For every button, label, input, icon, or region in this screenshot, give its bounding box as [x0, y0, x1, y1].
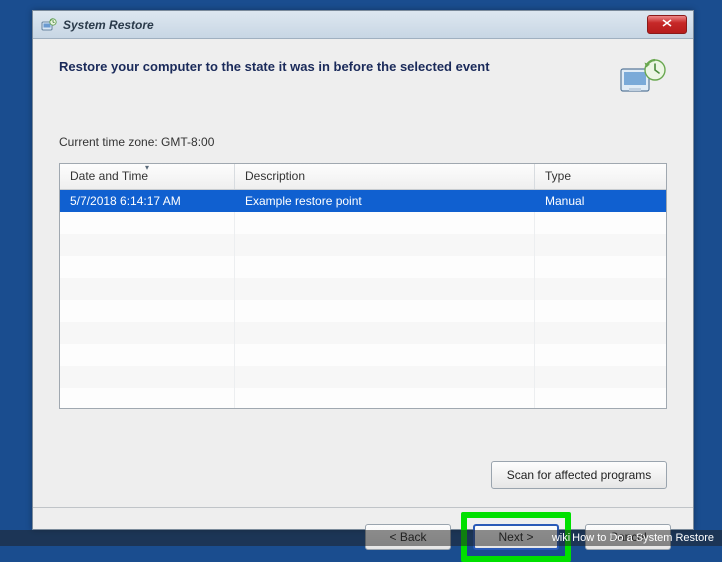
- page-heading: Restore your computer to the state it wa…: [59, 57, 490, 74]
- image-caption: wiki How to Do a System Restore: [0, 530, 722, 546]
- table-header: Date and Time ▾ Description Type: [60, 164, 666, 190]
- restore-clock-icon: [619, 57, 667, 95]
- system-restore-window: System Restore Restore your computer to …: [32, 10, 694, 530]
- table-row[interactable]: 5/7/2018 6:14:17 AM Example restore poin…: [60, 190, 666, 212]
- column-header-description[interactable]: Description: [235, 164, 535, 189]
- window-title: System Restore: [63, 18, 154, 32]
- system-restore-icon: [41, 17, 57, 33]
- caption-text: How to Do a System Restore: [572, 532, 714, 544]
- titlebar: System Restore: [33, 11, 693, 39]
- close-icon: [662, 19, 672, 30]
- content-area: Restore your computer to the state it wa…: [33, 39, 693, 529]
- cell-description: Example restore point: [235, 194, 535, 208]
- footer-separator: [33, 507, 693, 508]
- sort-indicator-icon: ▾: [145, 163, 149, 172]
- column-label: Date and Time: [70, 169, 148, 183]
- table-empty-area: [60, 212, 666, 408]
- cell-type: Manual: [535, 194, 666, 208]
- timezone-label: Current time zone: GMT-8:00: [59, 135, 667, 149]
- column-header-type[interactable]: Type: [535, 164, 666, 189]
- column-header-datetime[interactable]: Date and Time ▾: [60, 164, 235, 189]
- scan-affected-programs-button[interactable]: Scan for affected programs: [491, 461, 667, 489]
- caption-prefix: wiki: [552, 532, 570, 544]
- close-button[interactable]: [647, 15, 687, 34]
- cell-datetime: 5/7/2018 6:14:17 AM: [60, 194, 235, 208]
- heading-row: Restore your computer to the state it wa…: [59, 57, 667, 95]
- restore-points-table: Date and Time ▾ Description Type 5/7/201…: [59, 163, 667, 409]
